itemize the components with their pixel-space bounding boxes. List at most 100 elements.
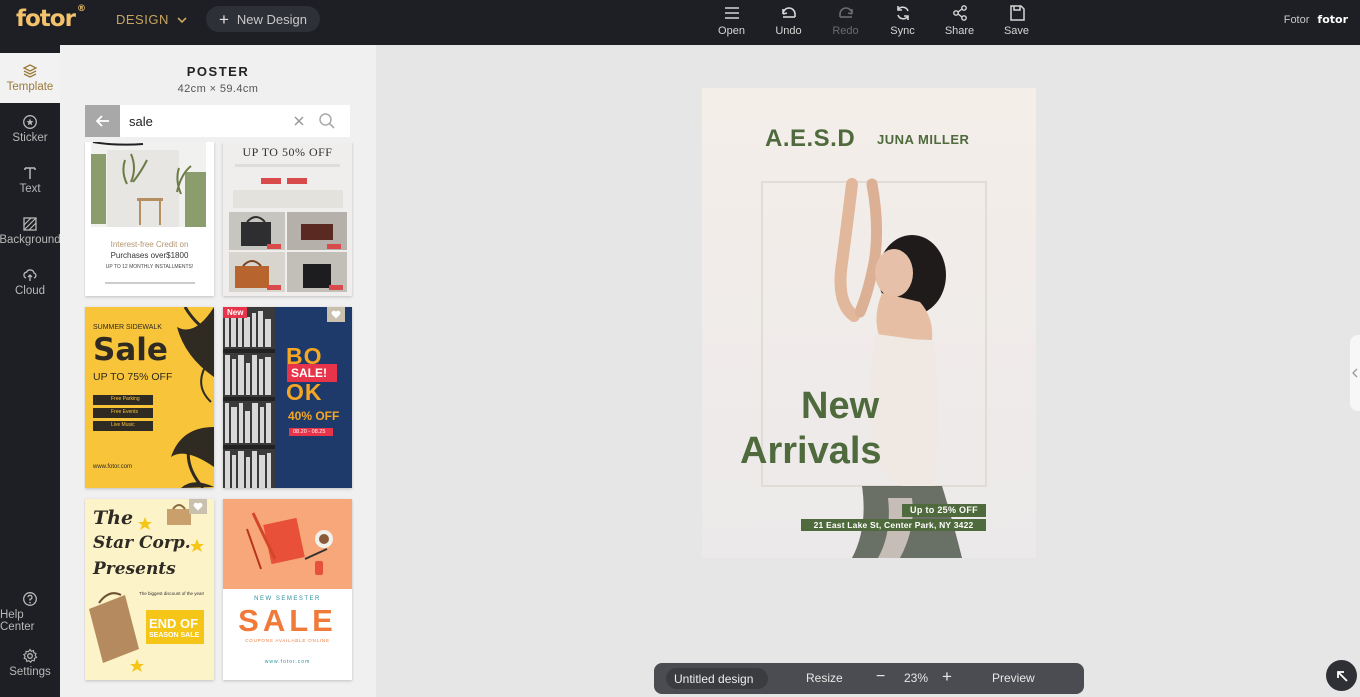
sticker-icon — [23, 115, 37, 129]
arrow-left-icon — [95, 115, 109, 127]
summer-sale-line-3: UP TO 12 MONTHLY INSTALLMENTS! — [105, 264, 194, 270]
poster-brand[interactable]: A.E.S.D — [765, 125, 855, 153]
nav-item-help-center[interactable]: Help Center — [0, 587, 60, 637]
star-season-sale: SEASON SALE — [149, 632, 200, 639]
background-icon — [23, 217, 37, 231]
star-end-of: END OF — [149, 616, 199, 631]
divider — [105, 282, 195, 284]
share-button[interactable]: Share — [931, 4, 988, 37]
undo-button[interactable]: Undo — [760, 4, 817, 37]
resize-button[interactable]: Resize — [806, 671, 843, 685]
nav-item-text[interactable]: Text — [0, 155, 60, 205]
template-summer-sale[interactable]: Interest-free Credit on Purchases over$1… — [85, 142, 214, 296]
book-ok: OK — [286, 379, 323, 405]
poster-headline-new[interactable]: New — [801, 386, 879, 426]
left-nav: Template Sticker Text Background Cloud H… — [0, 45, 61, 697]
bags-sale-art — [229, 164, 347, 292]
sidewalk-url: www.fotor.com — [93, 464, 133, 470]
document-title[interactable]: Untitled design — [666, 668, 768, 689]
template-summer-sidewalk-sale[interactable]: SUMMER SIDEWALK Sale UP TO 75% OFF Free … — [85, 307, 214, 488]
open-button[interactable]: Open — [703, 4, 760, 37]
search-input[interactable] — [120, 113, 290, 129]
sidewalk-item-2: Free Events — [111, 409, 138, 415]
zoom-in-button[interactable]: + — [942, 667, 952, 687]
search-icon[interactable] — [318, 112, 336, 130]
book-dates: 08.20 - 08.25 — [293, 429, 326, 435]
redo-button[interactable]: Redo — [817, 4, 874, 37]
poster-offer[interactable]: Up to 25% OFF — [902, 504, 986, 517]
sync-button[interactable]: Sync — [874, 4, 931, 37]
summer-sale-art — [91, 142, 206, 227]
redo-icon — [838, 7, 853, 18]
back-button[interactable] — [85, 105, 120, 137]
sidewalk-sale-title: Sale — [93, 332, 168, 368]
preview-button[interactable]: Preview — [992, 671, 1035, 685]
panel-title: POSTER — [186, 64, 250, 79]
new-design-button[interactable]: + New Design — [206, 6, 320, 32]
poster-size: 42cm × 59.4cm — [177, 83, 259, 95]
text-icon — [24, 167, 36, 179]
nav-item-cloud[interactable]: Cloud — [0, 257, 60, 307]
template-star-corp[interactable]: The Star Corp. Presents The biggest disc… — [85, 499, 214, 680]
share-icon — [952, 5, 967, 21]
template-grid: Interest-free Credit on Purchases over$1… — [84, 142, 354, 697]
design-menu-label: DESIGN — [116, 12, 169, 27]
collapse-handle[interactable] — [1350, 335, 1360, 411]
book-discount: 40% OFF — [288, 409, 340, 423]
menu-icon — [724, 7, 739, 19]
sidewalk-item-3: Live Music — [111, 422, 135, 428]
save-button[interactable]: Save — [988, 4, 1045, 37]
arrow-up-left-icon — [1336, 670, 1348, 682]
book-sale-label: SALE! — [291, 366, 327, 380]
poster-address[interactable]: 21 East Lake St, Center Park, NY 3422 — [801, 519, 986, 531]
fotor-logo[interactable]: fotor ® — [16, 4, 86, 32]
favorite-icon[interactable] — [327, 307, 345, 322]
design-menu[interactable]: DESIGN — [116, 12, 187, 27]
zoom-out-button[interactable]: − — [876, 668, 885, 686]
nav-item-background[interactable]: Background — [0, 206, 61, 256]
star-the: The — [93, 507, 134, 529]
poster-author[interactable]: JUNA MILLER — [877, 132, 969, 147]
poster-canvas[interactable]: A.E.S.D JUNA MILLER New Arrivals Up to 2… — [702, 88, 1036, 558]
favorite-icon[interactable] — [189, 499, 207, 514]
fotor-mini-logo: fotor — [1317, 13, 1348, 26]
top-bar: fotor ® DESIGN + New Design Open Undo Red… — [0, 0, 1360, 45]
undo-icon — [781, 7, 796, 18]
semester-url: www.fotor.com — [264, 659, 311, 665]
cloud-icon — [23, 269, 37, 281]
nav-item-sticker[interactable]: Sticker — [0, 104, 60, 154]
plus-icon: + — [218, 9, 229, 29]
summer-sale-line-1: Interest-free Credit on — [110, 240, 189, 249]
star-tagline: The biggest discount of the year! — [139, 591, 205, 596]
zoom-level: 23% — [904, 671, 929, 685]
nav-item-settings[interactable]: Settings — [0, 638, 60, 688]
template-semester-sale[interactable]: NEW SEMESTER SALE COUPONS AVAILABLE ONLI… — [223, 499, 352, 680]
toolbar: Open Undo Redo Sync Share Save — [703, 4, 1045, 37]
new-badge: New — [223, 307, 248, 318]
save-icon — [1009, 5, 1025, 21]
star-corp-name: Star Corp. — [93, 533, 191, 553]
bottom-toolbar: Untitled design Resize − 23% + Preview — [654, 663, 1084, 694]
sidewalk-item-1: Free Parking — [111, 396, 140, 402]
star-presents: Presents — [93, 559, 176, 579]
poster-headline-arrivals[interactable]: Arrivals — [740, 431, 882, 471]
sync-icon — [896, 6, 909, 20]
sidewalk-kicker: SUMMER SIDEWALK — [93, 324, 162, 331]
template-search — [85, 105, 350, 137]
stationery-art — [223, 499, 352, 589]
semester-coupons: COUPONS AVAILABLE ONLINE — [245, 638, 330, 643]
semester-kicker: NEW SEMESTER — [254, 596, 321, 602]
chevron-left-icon — [1352, 368, 1358, 378]
nav-item-template[interactable]: Template — [0, 53, 60, 103]
clear-icon[interactable] — [292, 114, 306, 128]
expand-corner-button[interactable] — [1326, 660, 1357, 691]
template-bags-sale[interactable]: UP TO 50% OFF — [223, 142, 352, 296]
poster-photo — [702, 88, 1036, 558]
help-icon — [23, 592, 37, 606]
template-book-sale[interactable]: New BO SALE! OK 40% OFF 08.20 - 08.25 — [223, 307, 352, 488]
template-panel: POSTER 42cm × 59.4cm Interest-free — [60, 45, 376, 697]
canvas-workspace[interactable]: A.E.S.D JUNA MILLER New Arrivals Up to 2… — [376, 45, 1360, 697]
sidewalk-offer: UP TO 75% OFF — [93, 371, 173, 383]
account-menu[interactable]: Fotor fotor — [1284, 13, 1348, 26]
chevron-down-icon — [177, 16, 187, 23]
